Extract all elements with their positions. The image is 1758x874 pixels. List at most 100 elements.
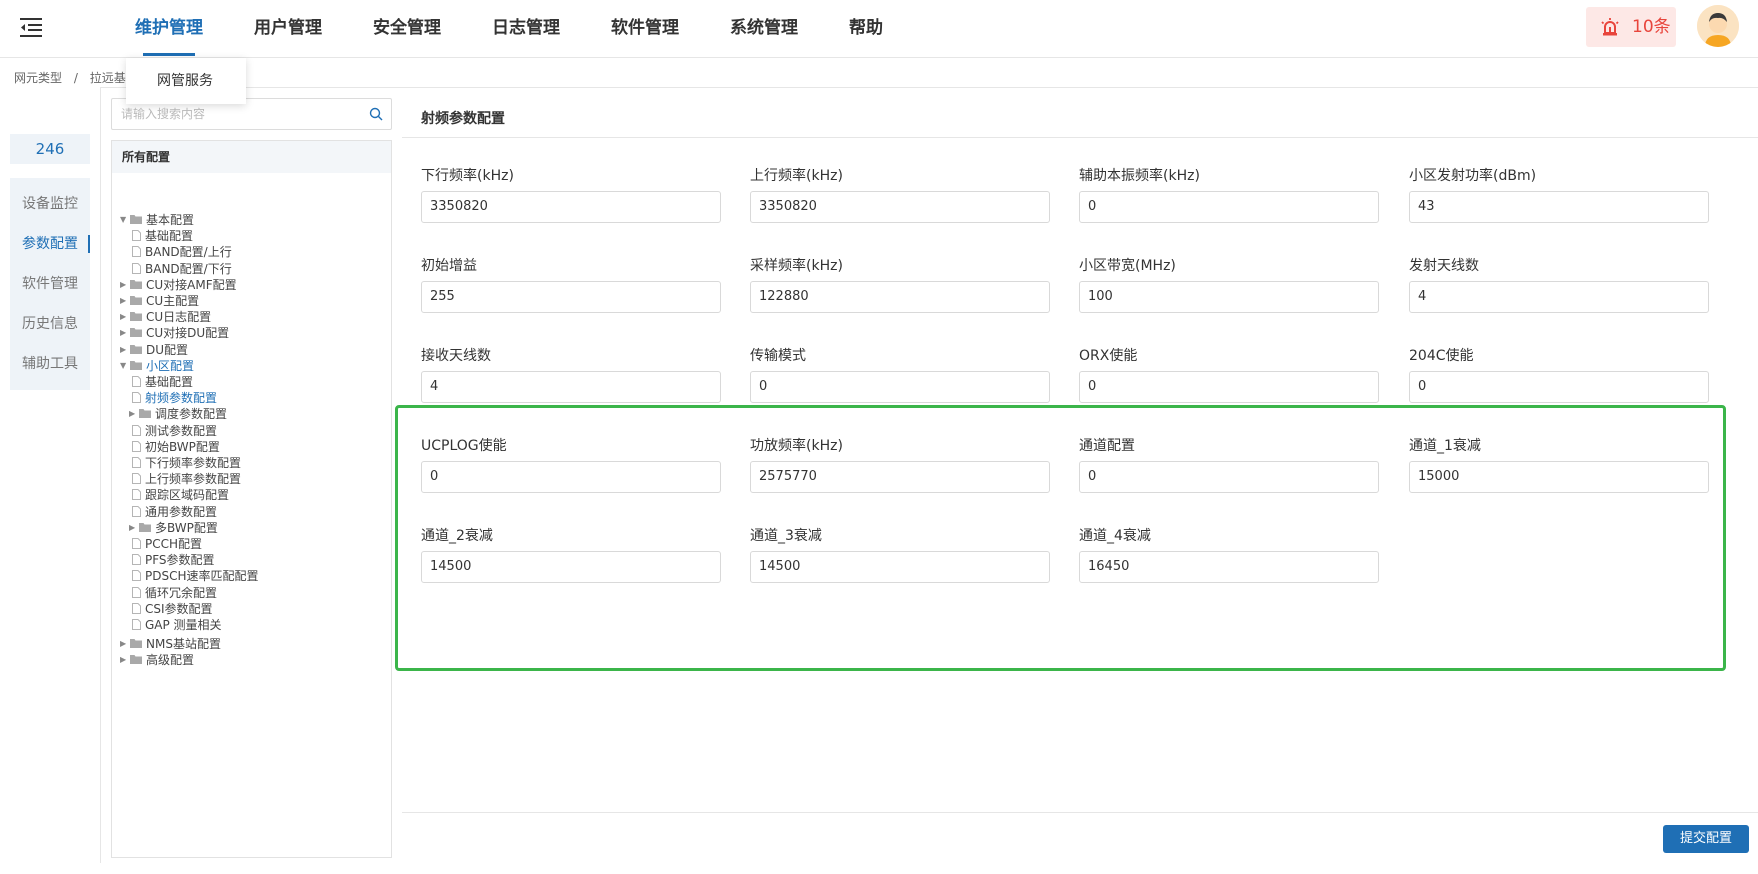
nav-help[interactable]: 帮助 xyxy=(849,0,883,58)
caret-right-icon[interactable]: ▶ xyxy=(120,651,130,669)
tree-node-label: 小区配置 xyxy=(146,358,195,373)
tree-node-label: PDSCH速率匹配配置 xyxy=(145,569,259,584)
left-nav-software[interactable]: 软件管理 xyxy=(10,264,90,304)
file-icon xyxy=(132,424,145,438)
nav-software[interactable]: 软件管理 xyxy=(611,0,679,58)
title-divider xyxy=(402,137,1758,138)
page-title: 射频参数配置 xyxy=(421,111,505,127)
tree-node-label: 测试参数配置 xyxy=(145,423,218,438)
nav-security[interactable]: 安全管理 xyxy=(373,0,441,58)
nav-system[interactable]: 系统管理 xyxy=(730,0,798,58)
field-input[interactable]: 0 xyxy=(1079,371,1379,403)
nav-log[interactable]: 日志管理 xyxy=(492,0,560,58)
field-input[interactable]: 122880 xyxy=(750,281,1050,313)
folder-icon xyxy=(130,359,146,373)
folder-icon xyxy=(130,310,146,324)
left-nav: 246 设备监控 参数配置 软件管理 历史信息 辅助工具 xyxy=(10,134,90,390)
caret-down-icon[interactable]: ▼ xyxy=(120,211,130,229)
field-input[interactable]: 3350820 xyxy=(750,191,1050,223)
tree-node-label: 高级配置 xyxy=(146,653,195,668)
left-nav-menu: 设备监控 参数配置 软件管理 历史信息 辅助工具 xyxy=(10,178,90,390)
field-label: 下行频率(kHz) xyxy=(421,168,514,184)
field-label: ORX使能 xyxy=(1079,348,1138,364)
left-nav-param-config[interactable]: 参数配置 xyxy=(10,224,90,264)
field-input[interactable]: 0 xyxy=(1409,371,1709,403)
tree-file-node[interactable]: GAP 测量相关 xyxy=(132,616,222,634)
search-icon[interactable] xyxy=(369,107,383,121)
tree-node-label: CU对接AMF配置 xyxy=(146,277,237,292)
folder-icon xyxy=(139,521,155,535)
folder-icon xyxy=(130,653,146,667)
folder-icon xyxy=(130,278,146,292)
field-input[interactable]: 0 xyxy=(1079,191,1379,223)
left-nav-history[interactable]: 历史信息 xyxy=(10,304,90,344)
submit-config-button[interactable]: 提交配置 xyxy=(1663,825,1749,853)
breadcrumb-item[interactable]: 网元类型 xyxy=(14,71,62,85)
tree-folder-node[interactable]: ▶ 高级配置 xyxy=(120,651,194,669)
ne-id-badge: 246 xyxy=(10,134,90,164)
tree-node-label: CSI参数配置 xyxy=(145,601,213,616)
tree-node-label: PCCH配置 xyxy=(145,537,203,551)
field-label: 接收天线数 xyxy=(421,348,491,364)
tree-header: 所有配置 xyxy=(112,141,391,173)
tree-node-label: 下行频率参数配置 xyxy=(145,456,242,470)
config-tree: 所有配置 ▼ 基本配置 基础配置 BAND配置/上行 BAND配置/下行 ▶ CU对接AMF… xyxy=(111,140,392,858)
folder-icon xyxy=(130,294,146,308)
folder-icon xyxy=(130,637,146,651)
file-icon xyxy=(132,229,145,243)
nav-maintenance[interactable]: 维护管理 xyxy=(135,0,203,58)
field-label: 204C使能 xyxy=(1409,348,1474,364)
file-icon xyxy=(132,262,145,276)
tree-node-label: 初始BWP配置 xyxy=(145,439,220,454)
user-avatar[interactable] xyxy=(1697,5,1739,47)
folder-icon xyxy=(130,343,146,357)
file-icon xyxy=(132,472,145,486)
tree-node-label: 基础配置 xyxy=(145,375,194,389)
main-nav: 维护管理 用户管理 安全管理 日志管理 软件管理 系统管理 帮助 xyxy=(135,0,934,58)
alarm-button[interactable]: 10条 xyxy=(1586,7,1676,47)
field-label: 采样频率(kHz) xyxy=(750,258,843,274)
left-nav-device-monitor[interactable]: 设备监控 xyxy=(10,184,90,224)
field-label: 初始增益 xyxy=(421,258,477,274)
menu-toggle-icon[interactable] xyxy=(20,16,44,38)
file-icon xyxy=(132,618,145,632)
file-icon xyxy=(132,245,145,259)
tree-node-label: 射频参数配置 xyxy=(145,391,218,406)
field-input[interactable]: 255 xyxy=(421,281,721,313)
nav-dropdown-network-service[interactable]: 网管服务 xyxy=(126,58,246,104)
file-icon xyxy=(132,602,145,616)
folder-icon xyxy=(139,407,155,421)
field-input[interactable]: 100 xyxy=(1079,281,1379,313)
config-tree-panel: 所有配置 ▼基本配置基础配置BAND配置/上行BAND配置/下行▶CU对接AMF… xyxy=(111,98,392,858)
file-icon xyxy=(132,505,145,519)
field-label: 发射天线数 xyxy=(1409,258,1479,274)
field-label: 上行频率(kHz) xyxy=(750,168,843,184)
field-label: 辅助本振频率(kHz) xyxy=(1079,168,1200,184)
file-icon xyxy=(132,569,145,583)
left-nav-tools[interactable]: 辅助工具 xyxy=(10,344,90,384)
tree-node-label: 多BWP配置 xyxy=(155,520,218,535)
caret-down-icon[interactable]: ▼ xyxy=(120,357,130,375)
field-input[interactable]: 4 xyxy=(1409,281,1709,313)
tree-node-label: DU配置 xyxy=(146,342,189,357)
field-input[interactable]: 43 xyxy=(1409,191,1709,223)
top-header: 维护管理 用户管理 安全管理 日志管理 软件管理 系统管理 帮助 10条 xyxy=(0,0,1758,58)
field-input[interactable]: 0 xyxy=(750,371,1050,403)
tree-node-label: 通用参数配置 xyxy=(145,504,218,519)
tree-node-label: 调度参数配置 xyxy=(155,407,228,422)
alarm-siren-icon xyxy=(1601,18,1619,36)
tree-node-label: 上行频率参数配置 xyxy=(145,472,242,487)
tree-node-label: CU日志配置 xyxy=(146,310,212,325)
folder-icon xyxy=(130,326,146,340)
file-icon xyxy=(132,553,145,567)
tree-node-label: BAND配置/上行 xyxy=(145,245,232,260)
field-label: 小区带宽(MHz) xyxy=(1079,258,1176,274)
tree-node-label: 循环冗余配置 xyxy=(145,585,218,600)
file-icon xyxy=(132,537,145,551)
nav-user[interactable]: 用户管理 xyxy=(254,0,322,58)
tree-node-label: PFS参数配置 xyxy=(145,553,215,568)
file-icon xyxy=(132,488,145,502)
field-input[interactable]: 4 xyxy=(421,371,721,403)
field-input[interactable]: 3350820 xyxy=(421,191,721,223)
file-icon xyxy=(132,375,145,389)
